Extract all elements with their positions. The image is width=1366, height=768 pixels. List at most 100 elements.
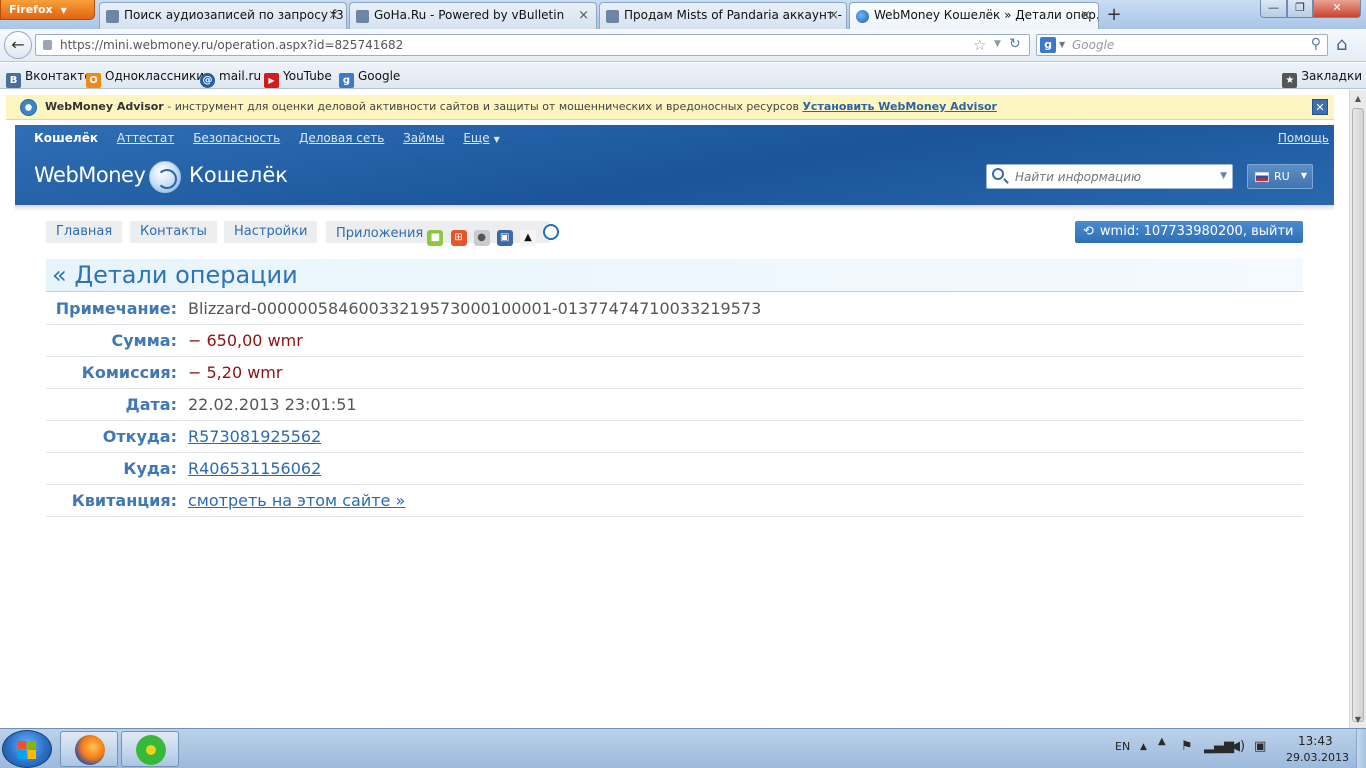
tab-vk-audio[interactable]: Поиск аудиозаписей по запросу f3 |... × <box>99 2 347 29</box>
russia-flag-icon <box>1255 172 1269 182</box>
bookmark-google[interactable]: g Google <box>339 69 400 88</box>
advisor-brand: WebMoney Advisor <box>45 100 164 113</box>
close-icon[interactable]: × <box>328 8 339 23</box>
apple-icon[interactable]: ● <box>473 230 490 246</box>
nav-loans[interactable]: Займы <box>403 131 444 145</box>
mac-icon[interactable]: ▣ <box>496 230 513 246</box>
wmid-logout-button[interactable]: ⟲ wmid: 107733980200, выйти <box>1075 221 1303 243</box>
bookmark-odnoklassniki[interactable]: О Одноклассники <box>86 69 204 88</box>
subnav-settings[interactable]: Настройки <box>224 221 318 243</box>
nav-koshelek[interactable]: Кошелёк <box>34 131 98 145</box>
chevron-down-icon[interactable]: ▼ <box>1059 40 1065 49</box>
android-icon[interactable]: ■ <box>427 230 444 246</box>
search-placeholder[interactable]: Google <box>1072 38 1114 52</box>
nav-more[interactable]: Еще ▼ <box>463 131 499 145</box>
detail-label: Примечание: <box>55 299 177 318</box>
webmoney-top-nav: Кошелёк Аттестат Безопасность Деловая се… <box>34 131 515 145</box>
page-scrollbar[interactable]: ▲ ▼ <box>1349 90 1366 728</box>
nav-attestat[interactable]: Аттестат <box>117 131 175 145</box>
nav-security[interactable]: Безопасность <box>193 131 280 145</box>
language-select[interactable]: RU ▼ <box>1247 164 1313 189</box>
linux-icon[interactable]: ▲ <box>519 230 536 246</box>
help-link[interactable]: Помощь <box>1278 131 1329 145</box>
close-icon[interactable]: ✕ <box>1312 99 1328 115</box>
tab-title: WebMoney Кошелёк » Детали опер... <box>874 8 1099 22</box>
advisor-icon <box>20 99 37 116</box>
operation-details: Примечание: Blizzard-0000005846003321957… <box>46 293 1303 517</box>
scrollbar-thumb[interactable] <box>1352 108 1364 722</box>
windows-taskbar: EN ▲ ▲ ⚑ ▂▄▆ ◀) ▣ 13:43 29.03.2013 <box>0 728 1366 768</box>
bookmark-label: Одноклассники <box>105 69 205 83</box>
show-desktop-button[interactable] <box>1356 729 1366 768</box>
tab-webmoney[interactable]: WebMoney Кошелёк » Детали опер... × <box>849 2 1099 30</box>
tab-title: Поиск аудиозаписей по запросу f3 |... <box>124 8 347 22</box>
info-search-box[interactable]: ▼ <box>986 164 1233 189</box>
device-icon[interactable]: ▣ <box>1254 739 1266 754</box>
bookmark-mailru[interactable]: @ mail.ru <box>200 69 261 88</box>
logout-icon: ⟲ <box>1083 224 1094 239</box>
page-title[interactable]: « Детали операции <box>46 259 1303 292</box>
bookmarks-menu-button[interactable]: ★ Закладки <box>1282 69 1362 88</box>
lock-icon <box>43 40 52 50</box>
chevron-down-icon[interactable]: ▼ <box>994 39 1001 49</box>
start-button[interactable] <box>2 730 52 768</box>
firefox-icon <box>75 735 105 765</box>
url-bar[interactable]: https://mini.webmoney.ru/operation.aspx?… <box>35 34 1030 56</box>
web-app-icon[interactable] <box>543 224 560 240</box>
subnav-home[interactable]: Главная <box>46 221 123 243</box>
detail-label: Сумма: <box>111 331 177 350</box>
subnav-contacts[interactable]: Контакты <box>130 221 217 243</box>
browser-search-box[interactable]: g ▼ Google ⚲ <box>1036 34 1328 56</box>
page-icon <box>356 10 369 23</box>
webmoney-logo[interactable]: WebMoney <box>34 163 146 187</box>
tab-pandaria[interactable]: Продам Mists of Pandaria аккаунт - ... × <box>599 2 847 29</box>
receipt-link[interactable]: смотреть на этом сайте » <box>188 491 405 510</box>
tab-title: Продам Mists of Pandaria аккаунт - ... <box>624 8 847 22</box>
to-purse-link[interactable]: R406531156062 <box>188 459 321 478</box>
clock-date[interactable]: 29.03.2013 <box>1286 751 1349 764</box>
webmoney-globe-icon <box>149 161 181 193</box>
clock-time[interactable]: 13:43 <box>1298 734 1333 748</box>
google-icon[interactable]: g <box>1040 37 1056 53</box>
window-maximize-button[interactable]: ❐ <box>1287 0 1313 18</box>
nav-business-network[interactable]: Деловая сеть <box>299 131 384 145</box>
detail-value: − 650,00 wmr <box>188 331 303 350</box>
chevron-down-icon[interactable]: ▼ <box>1220 171 1227 181</box>
action-center-flag-icon[interactable]: ⚑ <box>1181 739 1193 754</box>
windows-icon[interactable]: ⊞ <box>450 230 467 246</box>
taskbar-firefox[interactable] <box>60 731 118 767</box>
install-advisor-link[interactable]: Установить WebMoney Advisor <box>802 100 997 113</box>
new-tab-button[interactable]: + <box>1101 4 1127 27</box>
bookmarks-menu-label: Закладки <box>1301 69 1362 83</box>
window-close-button[interactable]: ✕ <box>1313 0 1361 18</box>
close-icon[interactable]: × <box>1080 8 1091 23</box>
info-search-input[interactable] <box>1015 170 1215 184</box>
home-icon[interactable]: ⌂ <box>1336 34 1347 55</box>
google-icon: g <box>339 73 354 88</box>
tab-goha[interactable]: GoHa.Ru - Powered by vBulletin × <box>349 2 597 29</box>
close-icon[interactable]: × <box>578 8 589 23</box>
subnav-apps[interactable]: Приложения ■ ⊞ ● ▣ ▲ <box>326 221 560 246</box>
scroll-up-icon[interactable]: ▲ <box>1350 90 1366 107</box>
back-button[interactable]: ← <box>4 31 32 59</box>
reload-icon[interactable]: ↻ <box>1009 36 1021 52</box>
logo-subtitle: Кошелёк <box>189 163 288 187</box>
bookmark-youtube[interactable]: ▶ YouTube <box>264 69 332 88</box>
windows-logo-icon <box>18 750 36 759</box>
tray-arrow-up-icon[interactable]: ▲ <box>1158 736 1166 747</box>
from-purse-link[interactable]: R573081925562 <box>188 427 321 446</box>
firefox-menu-button[interactable]: Firefox ▼ <box>0 0 95 20</box>
tray-expand-icon[interactable]: ▲ <box>1140 742 1147 752</box>
url-text[interactable]: https://mini.webmoney.ru/operation.aspx?… <box>60 38 403 52</box>
bookmark-star-icon[interactable]: ☆ <box>973 36 986 54</box>
close-icon[interactable]: × <box>828 8 839 23</box>
bookmark-vkontakte[interactable]: В Вконтакте <box>6 69 92 88</box>
window-minimize-button[interactable]: — <box>1260 0 1287 18</box>
volume-icon[interactable]: ◀) <box>1230 739 1245 754</box>
search-icon[interactable]: ⚲ <box>1311 36 1321 52</box>
input-language-indicator[interactable]: EN <box>1115 740 1130 753</box>
detail-row-commission: Комиссия: − 5,20 wmr <box>46 357 1303 389</box>
odnoklassniki-icon: О <box>86 73 101 88</box>
taskbar-icq[interactable] <box>121 731 179 767</box>
scroll-down-icon[interactable]: ▼ <box>1350 711 1366 728</box>
